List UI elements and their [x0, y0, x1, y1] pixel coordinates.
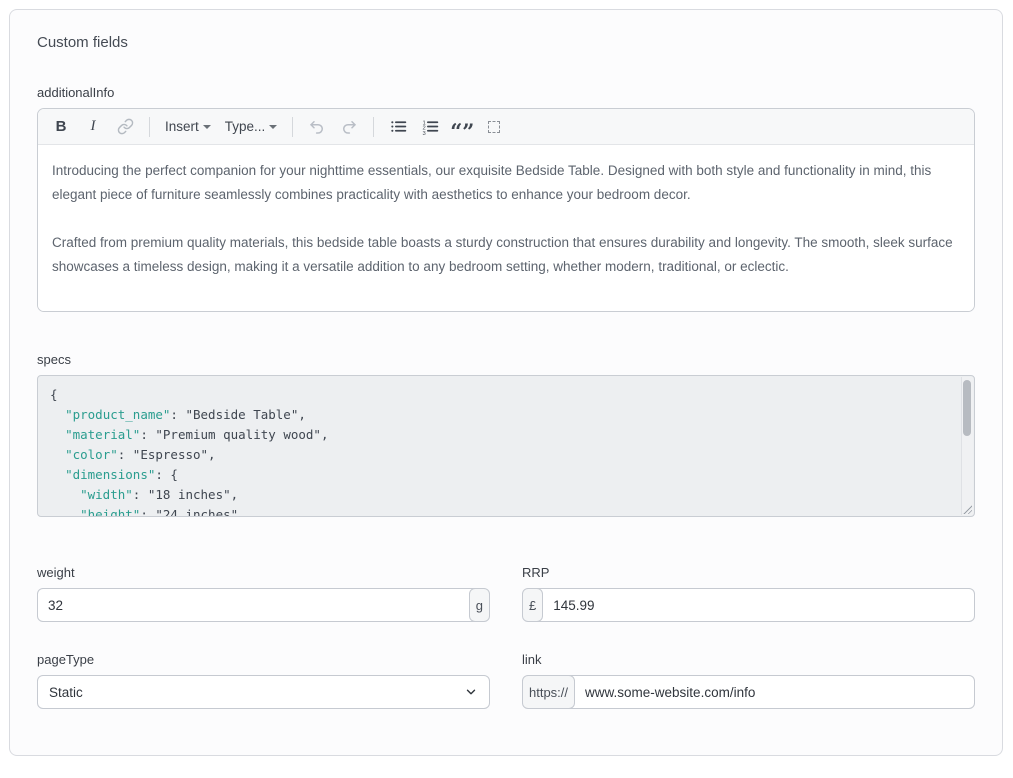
nonbreaking-space-button[interactable] [479, 113, 509, 141]
svg-text:3: 3 [422, 131, 425, 135]
toolbar-separator [373, 117, 374, 137]
field-page-type: pageType Static [37, 652, 490, 709]
scrollbar-track[interactable] [961, 377, 973, 515]
toolbar-separator [149, 117, 150, 137]
row-pagetype-link: pageType Static link https:// [37, 652, 975, 709]
bold-button[interactable]: B [46, 113, 76, 141]
rrp-input-group: £ [522, 588, 975, 622]
custom-fields-panel: Custom fields additionalInfo B I Insert [9, 9, 1003, 756]
chevron-down-icon [269, 125, 277, 129]
redo-icon [340, 118, 358, 136]
chevron-down-icon [203, 125, 211, 129]
field-specs: specs { "product_name": "Bedside Table",… [37, 352, 975, 517]
toolbar-separator [292, 117, 293, 137]
blockquote-button[interactable]: “” [447, 113, 477, 141]
page-type-selected-value: Static [49, 685, 83, 700]
rte-toolbar: B I Insert Type... [38, 109, 974, 145]
rrp-currency-addon: £ [522, 588, 543, 622]
insert-menu-label: Insert [165, 119, 199, 134]
page-type-select[interactable]: Static [37, 675, 490, 709]
chevron-down-icon [464, 685, 478, 699]
field-additional-info: additionalInfo B I Insert Type... [37, 85, 975, 312]
specs-code-editor[interactable]: { "product_name": "Bedside Table", "mate… [37, 375, 975, 517]
rrp-input[interactable] [536, 588, 975, 622]
blockquote-icon: “” [450, 117, 474, 137]
insert-menu-button[interactable]: Insert [159, 113, 217, 141]
bullet-list-icon [390, 118, 407, 135]
redo-button[interactable] [334, 113, 364, 141]
undo-button[interactable] [302, 113, 332, 141]
rte-paragraph: Crafted from premium quality materials, … [52, 231, 960, 279]
italic-button[interactable]: I [78, 113, 108, 141]
link-label: link [522, 652, 975, 667]
link-icon [117, 118, 134, 135]
panel-title: Custom fields [37, 34, 975, 51]
specs-code-content: { "product_name": "Bedside Table", "mate… [38, 376, 974, 517]
specs-label: specs [37, 352, 975, 367]
page-type-label: pageType [37, 652, 490, 667]
type-menu-button[interactable]: Type... [219, 113, 284, 141]
bullet-list-button[interactable] [383, 113, 413, 141]
dashed-square-icon [488, 121, 500, 133]
numbered-list-button[interactable]: 1 2 3 [415, 113, 445, 141]
link-input-group: https:// [522, 675, 975, 709]
field-weight: weight g [37, 565, 490, 622]
field-rrp: RRP £ [522, 565, 975, 622]
link-input[interactable] [568, 675, 975, 709]
link-protocol-addon: https:// [522, 675, 575, 709]
additional-info-label: additionalInfo [37, 85, 975, 100]
weight-input-group: g [37, 588, 490, 622]
link-button[interactable] [110, 113, 140, 141]
row-weight-rrp: weight g RRP £ [37, 565, 975, 622]
rte-content-area[interactable]: Introducing the perfect companion for yo… [38, 145, 974, 311]
scrollbar-thumb[interactable] [963, 380, 971, 436]
numbered-list-icon: 1 2 3 [422, 118, 439, 135]
weight-unit-addon: g [469, 588, 490, 622]
field-link: link https:// [522, 652, 975, 709]
rrp-label: RRP [522, 565, 975, 580]
weight-input[interactable] [37, 588, 476, 622]
undo-icon [308, 118, 326, 136]
weight-label: weight [37, 565, 490, 580]
rte-paragraph: Introducing the perfect companion for yo… [52, 159, 960, 207]
type-menu-label: Type... [225, 119, 266, 134]
rich-text-editor: B I Insert Type... [37, 108, 975, 312]
